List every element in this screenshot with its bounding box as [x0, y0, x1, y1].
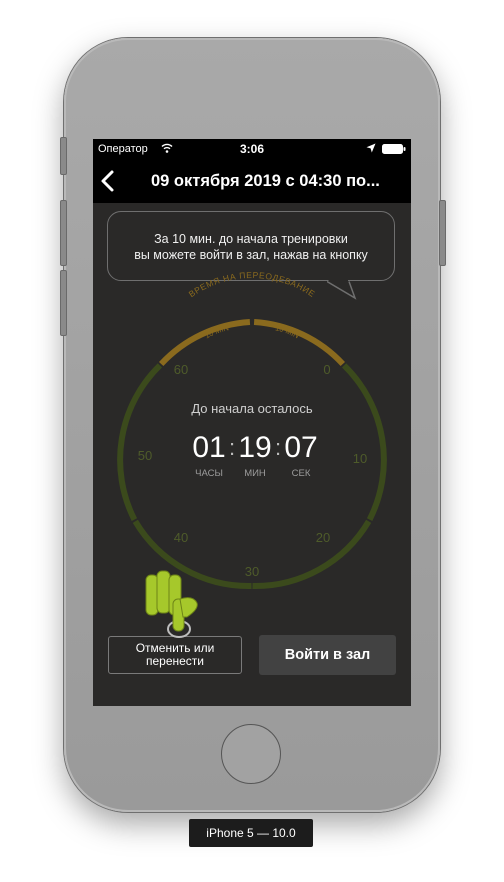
dial-tick-20: 20	[316, 530, 330, 545]
home-button[interactable]	[221, 724, 281, 784]
cancel-or-reschedule-button[interactable]: Отменить или перенести	[108, 636, 242, 674]
prep-arc-right	[253, 319, 345, 367]
countdown-timer: 01 : 19 : 07	[93, 431, 411, 471]
app-screen: Оператор 3:06 09 октября 2019 с 04:30 по…	[93, 139, 411, 706]
dial-tick-60: 60	[174, 362, 188, 377]
countdown-seconds: 07	[284, 431, 318, 464]
hours-unit-label: ЧАСЫ	[195, 468, 223, 479]
volume-down-button	[60, 270, 67, 336]
countdown-dial: ВРЕМЯ НА ПЕРЕОДЕВАНИЕ 10 MIN 10 MIN 60 0…	[117, 270, 387, 590]
countdown-hours: 01	[192, 431, 226, 464]
volume-up-button	[60, 200, 67, 266]
enter-hall-button[interactable]: Войти в зал	[259, 635, 396, 675]
cancel-button-label-line2: перенести	[145, 654, 205, 668]
dial-tick-30: 30	[245, 564, 259, 579]
dial-tick-40: 40	[174, 530, 188, 545]
power-button	[439, 200, 446, 266]
countdown-label: До начала осталось	[191, 401, 313, 416]
tap-hand-icon	[145, 570, 198, 638]
prep-arc-left	[159, 319, 251, 367]
dial-tick-0: 0	[323, 362, 330, 377]
device-label: iPhone 5 — 10.0	[189, 819, 313, 847]
minutes-unit-label: МИН	[244, 468, 266, 479]
seconds-unit-label: СЕК	[291, 468, 311, 479]
enter-button-label: Войти в зал	[284, 647, 371, 663]
prep-time-arc-title: ВРЕМЯ НА ПЕРЕОДЕВАНИЕ	[187, 270, 317, 299]
mute-switch	[60, 137, 67, 175]
countdown-minutes: 19	[238, 431, 272, 464]
training-arc-bottom-right	[252, 519, 372, 590]
